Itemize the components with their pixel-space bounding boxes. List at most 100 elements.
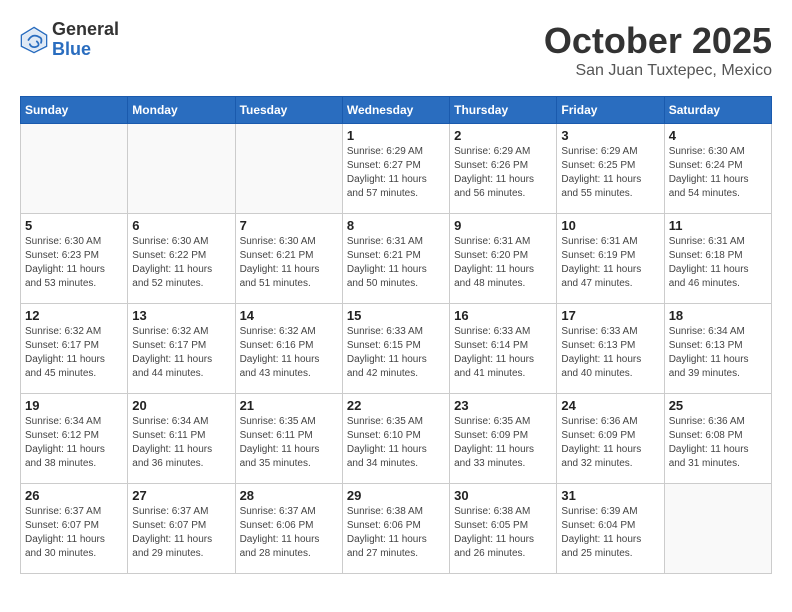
calendar-cell: 9 Sunrise: 6:31 AM Sunset: 6:20 PM Daylig…: [450, 214, 557, 304]
calendar-cell: 14 Sunrise: 6:32 AM Sunset: 6:16 PM Dayli…: [235, 304, 342, 394]
day-info: Sunrise: 6:29 AM Sunset: 6:25 PM Dayligh…: [561, 145, 659, 201]
day-number: 14: [240, 308, 338, 323]
calendar-cell: [128, 124, 235, 214]
day-info: Sunrise: 6:35 AM Sunset: 6:11 PM Dayligh…: [240, 415, 338, 471]
day-info: Sunrise: 6:33 AM Sunset: 6:15 PM Dayligh…: [347, 325, 445, 381]
day-info: Sunrise: 6:32 AM Sunset: 6:17 PM Dayligh…: [25, 325, 123, 381]
day-number: 25: [669, 398, 767, 413]
day-number: 10: [561, 218, 659, 233]
calendar-cell: 5 Sunrise: 6:30 AM Sunset: 6:23 PM Daylig…: [21, 214, 128, 304]
day-info: Sunrise: 6:35 AM Sunset: 6:09 PM Dayligh…: [454, 415, 552, 471]
day-info: Sunrise: 6:33 AM Sunset: 6:13 PM Dayligh…: [561, 325, 659, 381]
calendar-cell: 1 Sunrise: 6:29 AM Sunset: 6:27 PM Daylig…: [342, 124, 449, 214]
header-friday: Friday: [557, 97, 664, 124]
calendar-cell: 10 Sunrise: 6:31 AM Sunset: 6:19 PM Dayli…: [557, 214, 664, 304]
day-number: 8: [347, 218, 445, 233]
calendar-cell: 6 Sunrise: 6:30 AM Sunset: 6:22 PM Daylig…: [128, 214, 235, 304]
calendar-week-5: 26 Sunrise: 6:37 AM Sunset: 6:07 PM Dayli…: [21, 484, 772, 574]
day-number: 24: [561, 398, 659, 413]
header-thursday: Thursday: [450, 97, 557, 124]
calendar-cell: [21, 124, 128, 214]
calendar-cell: 3 Sunrise: 6:29 AM Sunset: 6:25 PM Daylig…: [557, 124, 664, 214]
calendar-cell: 31 Sunrise: 6:39 AM Sunset: 6:04 PM Dayli…: [557, 484, 664, 574]
day-number: 2: [454, 128, 552, 143]
day-info: Sunrise: 6:31 AM Sunset: 6:20 PM Dayligh…: [454, 235, 552, 291]
calendar-cell: 28 Sunrise: 6:37 AM Sunset: 6:06 PM Dayli…: [235, 484, 342, 574]
calendar-cell: 11Sunrise: 6:31 AM Sunset: 6:18 PM Dayli…: [664, 214, 771, 304]
day-number: 3: [561, 128, 659, 143]
day-info: Sunrise: 6:35 AM Sunset: 6:10 PM Dayligh…: [347, 415, 445, 471]
calendar-week-2: 5 Sunrise: 6:30 AM Sunset: 6:23 PM Daylig…: [21, 214, 772, 304]
calendar-week-3: 12 Sunrise: 6:32 AM Sunset: 6:17 PM Dayli…: [21, 304, 772, 394]
day-info: Sunrise: 6:37 AM Sunset: 6:07 PM Dayligh…: [132, 505, 230, 561]
day-number: 28: [240, 488, 338, 503]
day-info: Sunrise: 6:31 AM Sunset: 6:19 PM Dayligh…: [561, 235, 659, 291]
calendar-cell: 25Sunrise: 6:36 AM Sunset: 6:08 PM Dayli…: [664, 394, 771, 484]
day-info: Sunrise: 6:34 AM Sunset: 6:13 PM Dayligh…: [669, 325, 767, 381]
day-info: Sunrise: 6:38 AM Sunset: 6:05 PM Dayligh…: [454, 505, 552, 561]
day-info: Sunrise: 6:29 AM Sunset: 6:27 PM Dayligh…: [347, 145, 445, 201]
day-number: 13: [132, 308, 230, 323]
calendar-cell: [235, 124, 342, 214]
header-monday: Monday: [128, 97, 235, 124]
day-info: Sunrise: 6:37 AM Sunset: 6:07 PM Dayligh…: [25, 505, 123, 561]
logo-text: General Blue: [52, 20, 119, 60]
calendar-cell: 22Sunrise: 6:35 AM Sunset: 6:10 PM Dayli…: [342, 394, 449, 484]
day-number: 31: [561, 488, 659, 503]
calendar-cell: [664, 484, 771, 574]
calendar-cell: 18Sunrise: 6:34 AM Sunset: 6:13 PM Dayli…: [664, 304, 771, 394]
calendar-cell: 4 Sunrise: 6:30 AM Sunset: 6:24 PM Daylig…: [664, 124, 771, 214]
calendar-cell: 21Sunrise: 6:35 AM Sunset: 6:11 PM Dayli…: [235, 394, 342, 484]
header-saturday: Saturday: [664, 97, 771, 124]
day-info: Sunrise: 6:38 AM Sunset: 6:06 PM Dayligh…: [347, 505, 445, 561]
day-number: 26: [25, 488, 123, 503]
logo-icon: [20, 26, 48, 54]
day-number: 9: [454, 218, 552, 233]
day-number: 23: [454, 398, 552, 413]
day-number: 1: [347, 128, 445, 143]
logo-blue: Blue: [52, 40, 119, 60]
calendar-cell: 24Sunrise: 6:36 AM Sunset: 6:09 PM Dayli…: [557, 394, 664, 484]
day-info: Sunrise: 6:37 AM Sunset: 6:06 PM Dayligh…: [240, 505, 338, 561]
day-number: 5: [25, 218, 123, 233]
day-info: Sunrise: 6:30 AM Sunset: 6:22 PM Dayligh…: [132, 235, 230, 291]
day-info: Sunrise: 6:32 AM Sunset: 6:16 PM Dayligh…: [240, 325, 338, 381]
day-info: Sunrise: 6:30 AM Sunset: 6:21 PM Dayligh…: [240, 235, 338, 291]
calendar-week-1: 1 Sunrise: 6:29 AM Sunset: 6:27 PM Daylig…: [21, 124, 772, 214]
header: General Blue October 2025 San Juan Tuxte…: [20, 20, 772, 80]
calendar-cell: 7 Sunrise: 6:30 AM Sunset: 6:21 PM Daylig…: [235, 214, 342, 304]
header-wednesday: Wednesday: [342, 97, 449, 124]
calendar-cell: 2Sunrise: 6:29 AM Sunset: 6:26 PM Daylig…: [450, 124, 557, 214]
title-area: October 2025 San Juan Tuxtepec, Mexico: [544, 20, 772, 80]
calendar-cell: 12 Sunrise: 6:32 AM Sunset: 6:17 PM Dayli…: [21, 304, 128, 394]
day-info: Sunrise: 6:31 AM Sunset: 6:21 PM Dayligh…: [347, 235, 445, 291]
day-info: Sunrise: 6:30 AM Sunset: 6:23 PM Dayligh…: [25, 235, 123, 291]
calendar-cell: 16Sunrise: 6:33 AM Sunset: 6:14 PM Dayli…: [450, 304, 557, 394]
calendar-cell: 23 Sunrise: 6:35 AM Sunset: 6:09 PM Dayli…: [450, 394, 557, 484]
day-number: 20: [132, 398, 230, 413]
calendar-cell: 17 Sunrise: 6:33 AM Sunset: 6:13 PM Dayli…: [557, 304, 664, 394]
day-number: 6: [132, 218, 230, 233]
calendar-cell: 13 Sunrise: 6:32 AM Sunset: 6:17 PM Dayli…: [128, 304, 235, 394]
day-info: Sunrise: 6:30 AM Sunset: 6:24 PM Dayligh…: [669, 145, 767, 201]
day-number: 19: [25, 398, 123, 413]
calendar-cell: 19 Sunrise: 6:34 AM Sunset: 6:12 PM Dayli…: [21, 394, 128, 484]
day-number: 29: [347, 488, 445, 503]
location: San Juan Tuxtepec, Mexico: [544, 62, 772, 80]
day-number: 7: [240, 218, 338, 233]
day-number: 12: [25, 308, 123, 323]
day-number: 30: [454, 488, 552, 503]
day-number: 4: [669, 128, 767, 143]
day-number: 27: [132, 488, 230, 503]
day-info: Sunrise: 6:34 AM Sunset: 6:11 PM Dayligh…: [132, 415, 230, 471]
day-number: 17: [561, 308, 659, 323]
calendar-cell: 20 Sunrise: 6:34 AM Sunset: 6:11 PM Dayli…: [128, 394, 235, 484]
calendar-cell: 30 Sunrise: 6:38 AM Sunset: 6:05 PM Dayli…: [450, 484, 557, 574]
month-title: October 2025: [544, 20, 772, 62]
day-info: Sunrise: 6:34 AM Sunset: 6:12 PM Dayligh…: [25, 415, 123, 471]
day-info: Sunrise: 6:32 AM Sunset: 6:17 PM Dayligh…: [132, 325, 230, 381]
calendar-week-4: 19 Sunrise: 6:34 AM Sunset: 6:12 PM Dayli…: [21, 394, 772, 484]
calendar-cell: 8 Sunrise: 6:31 AM Sunset: 6:21 PM Daylig…: [342, 214, 449, 304]
day-info: Sunrise: 6:39 AM Sunset: 6:04 PM Dayligh…: [561, 505, 659, 561]
calendar-cell: 27 Sunrise: 6:37 AM Sunset: 6:07 PM Dayli…: [128, 484, 235, 574]
